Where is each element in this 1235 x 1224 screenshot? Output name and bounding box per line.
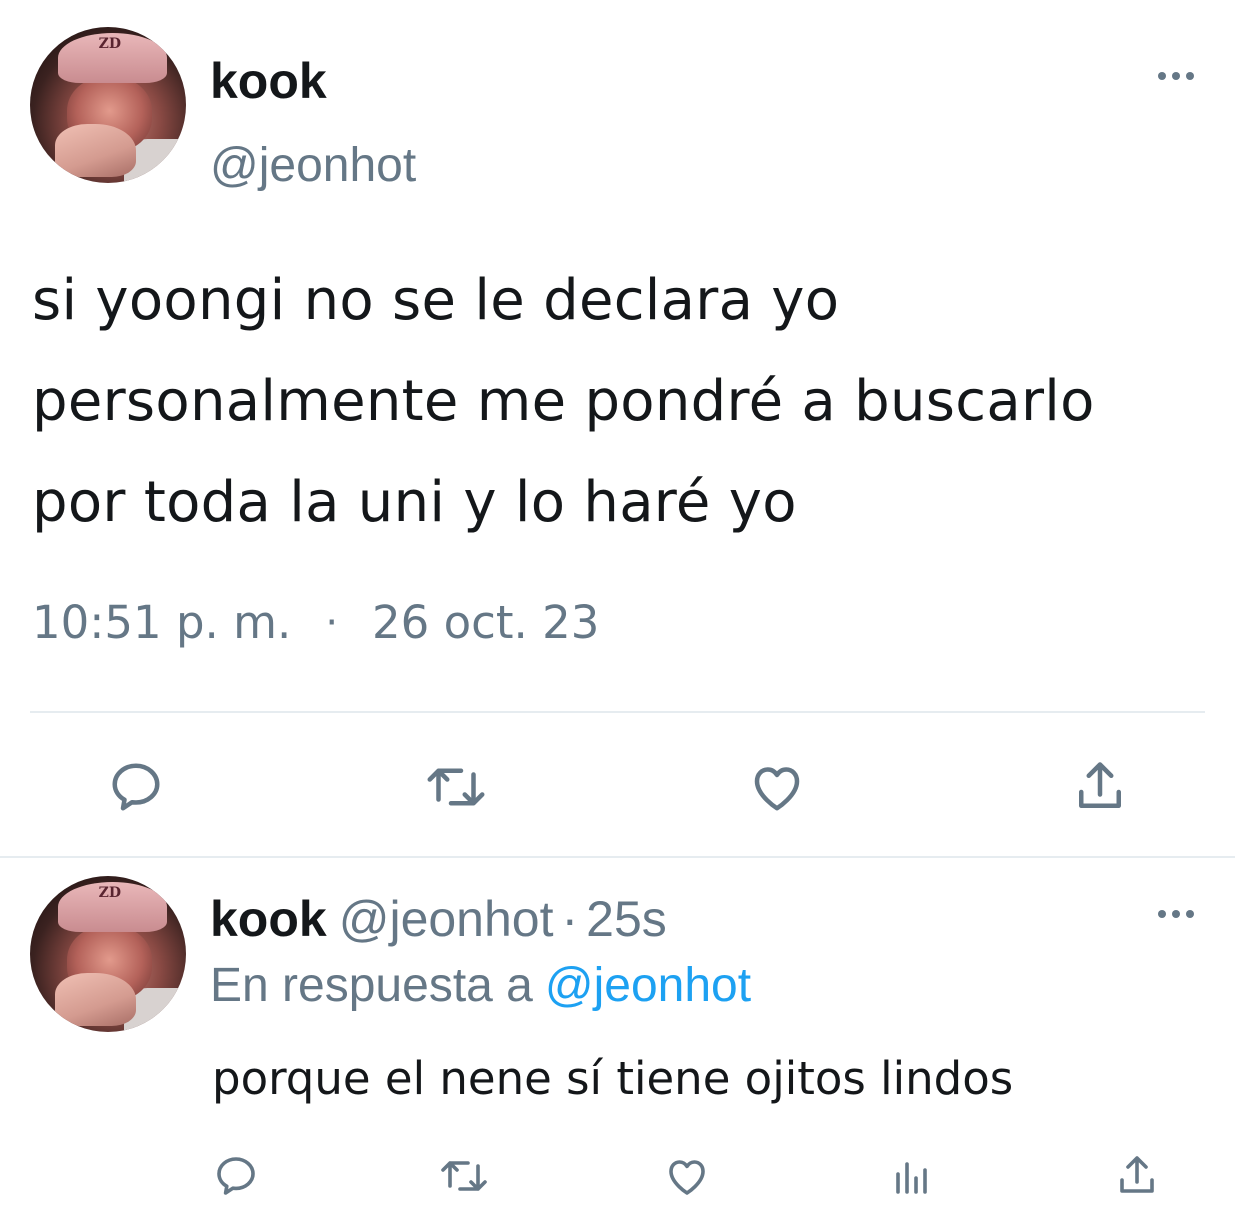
divider — [30, 711, 1205, 713]
author-avatar[interactable]: ZD — [30, 27, 186, 183]
reply-author-handle[interactable]: @jeonhot — [339, 891, 554, 947]
in-reply-prefix: En respuesta a — [210, 959, 533, 1012]
in-reply-mention[interactable]: @jeonhot — [545, 959, 751, 1012]
in-reply-to: En respuesta a @jeonhot — [210, 958, 751, 1013]
tweet-text-line: personalmente me pondré a buscarlo — [32, 369, 1095, 434]
meta-separator: · — [561, 891, 579, 947]
reply-author-name[interactable]: kook — [210, 891, 327, 947]
more-horizontal-icon[interactable] — [1158, 69, 1198, 83]
avatar-cap-text: ZD — [98, 36, 121, 53]
author-handle[interactable]: @jeonhot — [210, 138, 416, 193]
tweet-text-line: por toda la uni y lo haré yo — [32, 470, 797, 535]
tweet-date: 26 oct. 23 — [372, 596, 600, 649]
reply-text: porque el nene sí tiene ojitos lindos — [212, 1052, 1014, 1105]
retweet-icon[interactable] — [423, 757, 489, 817]
analytics-icon[interactable] — [888, 1152, 936, 1200]
reply-author-avatar[interactable]: ZD — [30, 876, 186, 1032]
tweet-text: si yoongi no se le declara yo personalme… — [32, 250, 1222, 553]
reply-icon[interactable] — [212, 1152, 260, 1200]
like-icon[interactable] — [662, 1152, 712, 1200]
reply-age[interactable]: 25s — [586, 891, 667, 947]
author-name[interactable]: kook — [210, 52, 327, 110]
share-icon[interactable] — [1070, 757, 1130, 817]
retweet-icon[interactable] — [438, 1152, 490, 1200]
tweet-text-line: si yoongi no se le declara yo — [32, 268, 840, 333]
reply-header: kook @jeonhot · 25s — [210, 890, 667, 948]
reply-icon[interactable] — [106, 757, 166, 817]
divider — [0, 856, 1235, 858]
tweet-timestamp[interactable]: 10:51 p. m. · 26 oct. 23 — [32, 596, 599, 649]
tweet-time: 10:51 p. m. — [32, 596, 292, 649]
more-horizontal-icon[interactable] — [1158, 907, 1198, 921]
avatar-cap-text: ZD — [98, 885, 121, 902]
like-icon[interactable] — [746, 757, 808, 817]
meta-separator: · — [325, 599, 339, 646]
share-icon[interactable] — [1113, 1152, 1161, 1200]
